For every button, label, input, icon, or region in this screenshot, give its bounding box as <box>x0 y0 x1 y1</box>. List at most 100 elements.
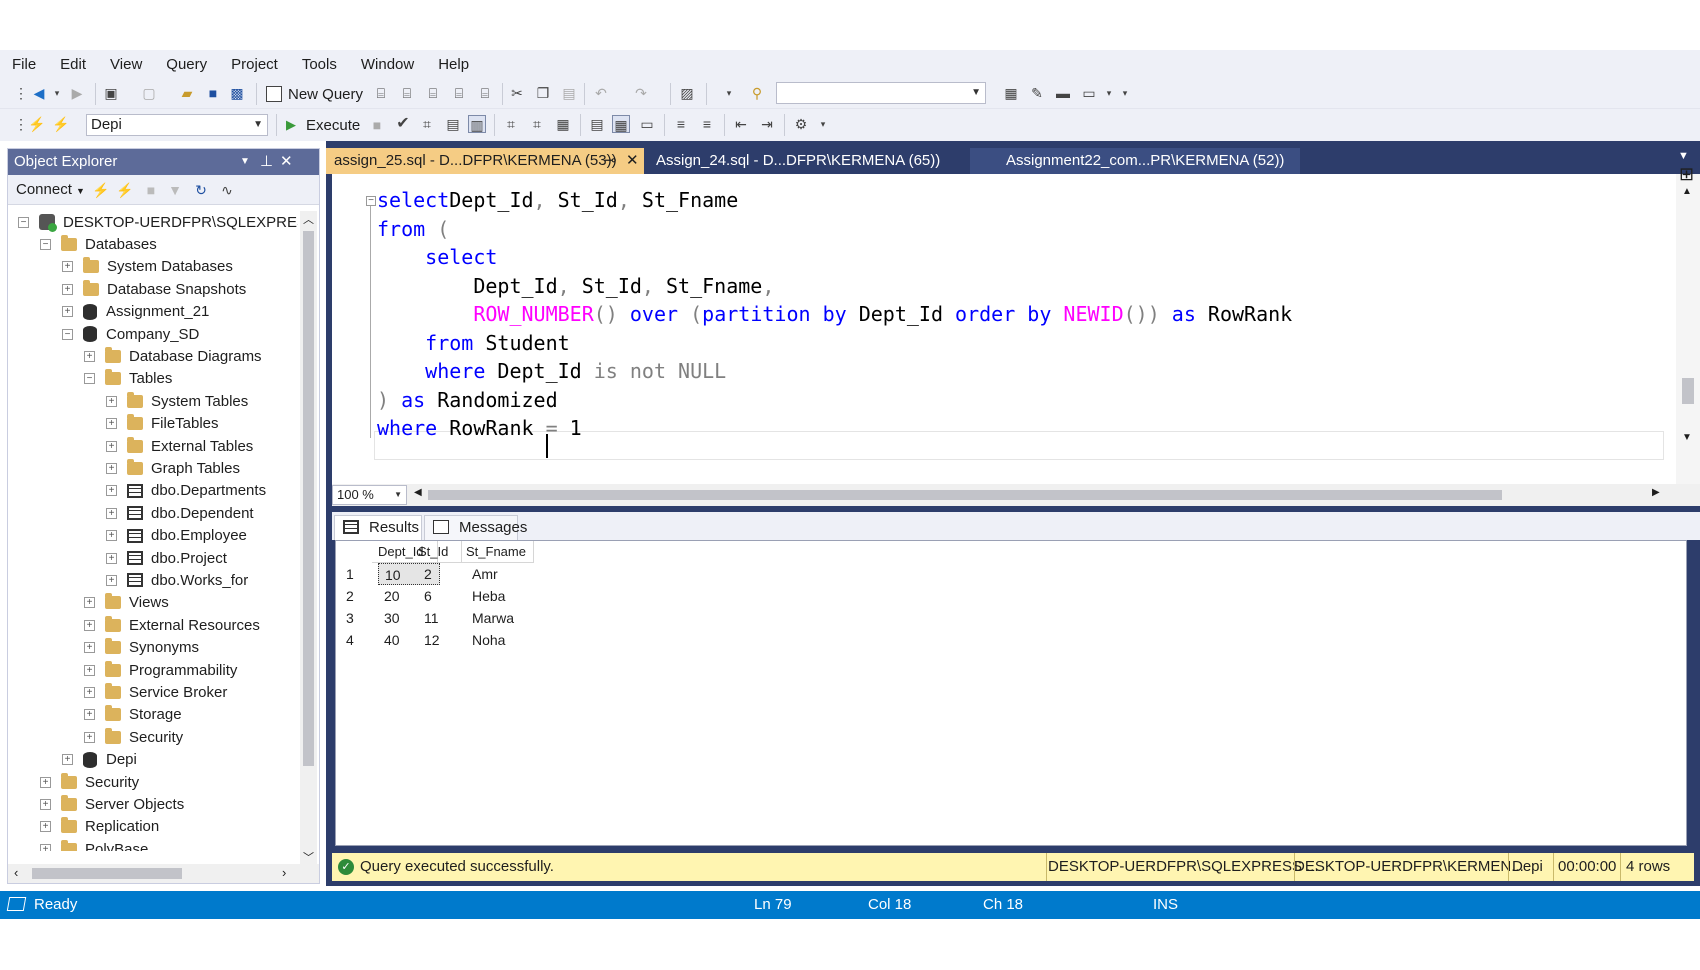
scroll-thumb[interactable] <box>303 231 314 766</box>
command-window-icon[interactable]: ▭ <box>1080 84 1098 102</box>
tab-messages[interactable]: Messages <box>424 515 527 540</box>
add-item-icon[interactable]: ▢ <box>140 84 158 102</box>
scroll-thumb[interactable] <box>32 868 182 879</box>
scroll-down-icon[interactable]: ﹀ <box>303 849 314 865</box>
sql-editor[interactable]: − selectDept_Id, St_Id, St_Fname from ( s… <box>332 164 1700 484</box>
expand-icon[interactable]: + <box>84 731 95 743</box>
expand-icon[interactable]: + <box>40 843 51 851</box>
expand-icon[interactable]: + <box>84 642 95 654</box>
expand-icon[interactable]: + <box>106 395 117 407</box>
expand-icon[interactable]: + <box>40 798 51 810</box>
column-header[interactable]: St_Fname <box>460 541 534 563</box>
results-grid[interactable]: Dept_Id St_Id St_Fname 1 10 2 Amr 2 20 6 Heba 3 30 11… <box>335 540 1687 846</box>
menu-item-file[interactable]: File <box>12 56 36 73</box>
table-cell[interactable]: 2 <box>418 563 464 585</box>
open-file-icon[interactable]: ▰ <box>178 84 196 102</box>
tree-node[interactable]: − Tables <box>84 368 172 390</box>
tree-vertical-scrollbar[interactable]: ︿ ﹀ <box>300 211 317 866</box>
dmx-query-icon[interactable]: ⌸ <box>424 84 442 102</box>
expand-icon[interactable]: + <box>84 619 95 631</box>
tree-node[interactable]: + Programmability <box>84 659 237 681</box>
collapse-icon[interactable]: − <box>40 238 51 250</box>
close-icon[interactable]: ✕ <box>626 148 639 174</box>
tree-node[interactable]: + Database Snapshots <box>62 278 246 300</box>
tree-node[interactable]: + External Resources <box>84 614 260 636</box>
tree-node[interactable]: + dbo.Employee <box>106 525 247 547</box>
undo-icon[interactable]: ↶ <box>592 84 610 102</box>
menu-item-edit[interactable]: Edit <box>60 56 86 73</box>
tree-node[interactable]: + Replication <box>40 816 159 838</box>
menu-item-tools[interactable]: Tools <box>302 56 337 73</box>
scroll-right-icon[interactable]: › <box>282 865 286 880</box>
table-row[interactable]: 1 10 2 Amr <box>336 563 576 585</box>
expand-icon[interactable]: + <box>84 664 95 676</box>
available-databases-select[interactable]: Depi ▼ <box>86 114 268 136</box>
scroll-thumb[interactable] <box>1682 378 1694 404</box>
decrease-indent-icon[interactable]: ⇤ <box>732 115 750 133</box>
connect-plug-icon[interactable]: ⚡ <box>92 181 110 199</box>
expand-icon[interactable]: + <box>62 283 73 295</box>
tree-node[interactable]: + PolyBase <box>40 838 148 851</box>
menu-item-help[interactable]: Help <box>438 56 469 73</box>
execute-button[interactable]: ▶ Execute <box>286 114 360 136</box>
zoom-select[interactable]: 100 % ▼ <box>332 485 407 505</box>
tab-assign-25[interactable]: assign_25.sql - D...DFPR\KERMENA (53)) ⊸… <box>326 148 644 174</box>
xmla-query-icon[interactable]: ⌸ <box>450 84 468 102</box>
tree-node[interactable]: + Security <box>84 726 183 748</box>
menu-item-window[interactable]: Window <box>361 56 414 73</box>
parse-icon[interactable]: ✔ <box>394 115 412 133</box>
tree-node[interactable]: + System Databases <box>62 256 233 278</box>
back-icon[interactable]: ◀ <box>30 84 48 102</box>
copy-icon[interactable]: ❐ <box>534 84 552 102</box>
tree-node[interactable]: + Graph Tables <box>106 457 240 479</box>
tree-node[interactable]: − Company_SD <box>62 323 199 345</box>
results-to-grid-icon[interactable]: ▦ <box>612 115 630 133</box>
results-to-file-icon[interactable]: ▭ <box>638 115 656 133</box>
client-stats-icon[interactable]: ▦ <box>554 115 572 133</box>
tree-node[interactable]: + dbo.Project <box>106 547 227 569</box>
save-all-icon[interactable]: ▩ <box>228 84 246 102</box>
scroll-down-icon[interactable]: ▼ <box>1682 432 1692 443</box>
query-designer-icon[interactable]: ▤ <box>444 115 462 133</box>
dax-query-icon[interactable]: ⌸ <box>476 84 494 102</box>
tree-node[interactable]: + Storage <box>84 704 182 726</box>
tab-overflow-icon[interactable]: ▼ <box>1678 150 1689 162</box>
split-icon[interactable]: ⊞ <box>1679 164 1694 185</box>
pin-icon[interactable]: ⊥ <box>260 149 273 175</box>
new-query-button[interactable]: New Query <box>266 82 363 106</box>
properties-window-icon[interactable]: ▦ <box>1002 84 1020 102</box>
table-row[interactable]: 2 20 6 Heba <box>336 585 576 607</box>
expand-icon[interactable]: + <box>84 350 95 362</box>
live-stats-icon[interactable]: ⌗ <box>528 115 546 133</box>
expand-icon[interactable]: + <box>62 261 73 273</box>
intellisense-icon[interactable]: ▥ <box>468 115 486 133</box>
back-dropdown-icon[interactable]: ▾ <box>48 84 66 102</box>
tree-node[interactable]: + Views <box>84 592 169 614</box>
mdx-query-icon[interactable]: ⌸ <box>398 84 416 102</box>
expand-icon[interactable]: + <box>62 754 73 766</box>
expand-icon[interactable]: + <box>106 418 117 430</box>
table-cell[interactable]: Noha <box>466 629 536 651</box>
expand-icon[interactable]: + <box>106 530 117 542</box>
table-cell[interactable]: Heba <box>466 585 536 607</box>
settings-wrench-icon[interactable]: ✎ <box>1028 84 1046 102</box>
table-row[interactable]: 4 40 12 Noha <box>336 629 576 651</box>
table-cell[interactable]: Marwa <box>466 607 536 629</box>
cut-icon[interactable]: ✂ <box>508 84 526 102</box>
expand-icon[interactable]: + <box>40 821 51 833</box>
customize-toolbar-icon[interactable]: ▾ <box>1116 84 1134 102</box>
scroll-up-icon[interactable]: ▲ <box>1682 186 1692 197</box>
tree-node[interactable]: + dbo.Dependent <box>106 502 254 524</box>
table-cell[interactable]: 12 <box>418 629 464 651</box>
stop-icon[interactable]: ■ <box>142 181 160 199</box>
window-position-icon[interactable]: ▼ <box>240 149 250 175</box>
scroll-left-icon[interactable]: ◀ <box>414 487 422 498</box>
comment-icon[interactable]: ≡ <box>672 115 690 133</box>
results-to-text-icon[interactable]: ▤ <box>588 115 606 133</box>
tree-node[interactable]: + FileTables <box>106 413 219 435</box>
tab-assignment22[interactable]: Assignment22_com...PR\KERMENA (52)) <box>970 148 1300 174</box>
tree-node[interactable]: − Databases <box>40 233 157 255</box>
expand-icon[interactable]: + <box>84 709 95 721</box>
refresh-icon[interactable]: ↻ <box>192 181 210 199</box>
table-cell[interactable]: 11 <box>418 607 464 629</box>
